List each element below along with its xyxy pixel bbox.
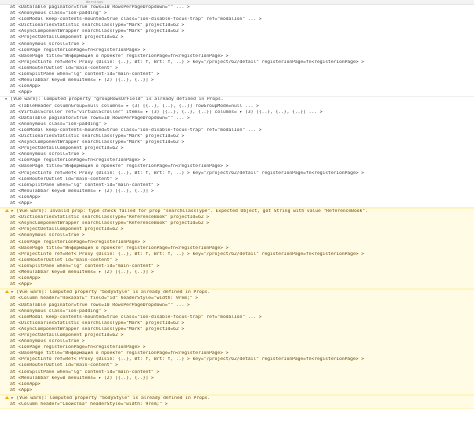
stack-frame: at <App> xyxy=(0,282,474,288)
log-text: at <ProjectInfo ref=Ref< Proxy {Disin: {… xyxy=(10,59,365,65)
stack-frame: at <App> xyxy=(0,90,474,96)
log-text: at <VirtualScroller ref="virtualScroller… xyxy=(10,109,323,115)
warning-icon xyxy=(5,209,9,213)
log-text: at <IonSplitPane when="lg" content-id="m… xyxy=(10,182,160,188)
log-text: at <ProjectDetailComponent projectId=62 … xyxy=(10,227,124,233)
log-text: at <IonPage registerIonPage=fn<registerI… xyxy=(10,345,146,351)
log-text: at <BasePage title="Информация о проекте… xyxy=(10,53,229,59)
log-text: at <Anonymous class="ion-padding" > xyxy=(10,11,107,17)
log-text: ▸ [Vue warn]: Computed property "groupRo… xyxy=(5,97,224,103)
log-text: at <ProjectDetailComponent projectId=62 … xyxy=(10,146,124,152)
log-text: at <App> xyxy=(10,387,33,393)
log-text: at <DataTable paginator=true rows=10 Row… xyxy=(10,5,190,10)
log-text: at <DictionariesStatistic searchClassTyp… xyxy=(10,215,210,221)
log-text: at <Anonymous scroll=true > xyxy=(10,339,85,345)
log-text: at <ProjectInfo ref=Ref< Proxy {Disin: {… xyxy=(10,170,365,176)
log-message[interactable]: ▸ [Vue warn]: Computed property "groupRo… xyxy=(0,97,474,209)
log-text: at <DictionariesStatistic searchClassTyp… xyxy=(10,320,185,326)
log-text: at <Anonymous scroll=true > xyxy=(10,41,85,47)
log-text: at <IonSplitPane when="lg" content-id="m… xyxy=(10,72,160,78)
log-text: at <IonApp> xyxy=(10,84,41,90)
log-text: ▸ [Vue warn]: Invalid prop: type check f… xyxy=(11,209,368,215)
log-text: at <IonApp> xyxy=(10,276,41,282)
log-text: at <App> xyxy=(10,282,33,288)
log-text: at <MenuTabbar key=0 menuItems= ▸ (2) [{… xyxy=(10,78,154,84)
log-text: at <BasePage title="Информация о проекте… xyxy=(10,164,229,170)
log-text: at <Column header="Показать" field="id" … xyxy=(10,296,199,302)
toolbar-warnings-filter[interactable]: Warnings xyxy=(86,0,103,4)
log-text: at <ProjectInfo ref=Ref< Proxy {Disin: {… xyxy=(10,251,365,257)
log-text: at <MenuTabbar key=0 menuItems= ▸ (2) [{… xyxy=(10,375,154,381)
log-text: at <IonPage registerIonPage=fn<registerI… xyxy=(10,239,146,245)
log-text: ▸ [Vue warn]: Computed property "bodySty… xyxy=(11,290,211,296)
log-text: at <AsyncComponentWrapper searchClassTyp… xyxy=(10,326,185,332)
warning-message[interactable]: ▸ [Vue warn]: Computed property "bodySty… xyxy=(0,289,474,395)
log-text: at <Anonymous scroll=true > xyxy=(10,152,85,158)
log-text: at <IonModal keep-contents-mounted=true … xyxy=(10,314,262,320)
log-text: at <AsyncComponentWrapper searchClassTyp… xyxy=(10,140,185,146)
log-text: at <AsyncComponentWrapper searchClassTyp… xyxy=(10,221,210,227)
warning-message[interactable]: ▸ [Vue warn]: Computed property "bodySty… xyxy=(0,394,474,410)
console-log: at <DataTable paginator=true rows=10 Row… xyxy=(0,5,474,410)
log-text: at <IonPage registerIonPage=fn<registerI… xyxy=(10,158,146,164)
log-text: at <IonApp> xyxy=(10,381,41,387)
log-text: ▸ [Vue warn]: Computed property "bodySty… xyxy=(11,395,211,401)
log-text: at <Column header="Свойства" headerStyle… xyxy=(10,402,168,407)
log-text: at <MenuTabbar key=0 menuItems= ▸ (2) [{… xyxy=(10,188,154,194)
stack-frame: at <App> xyxy=(0,201,474,207)
log-text: at <App> xyxy=(10,201,33,206)
log-text: at <BasePage title="Информация о проекте… xyxy=(10,351,229,357)
log-text: at <IonModal keep-contents-mounted=true … xyxy=(10,127,262,133)
warning-message[interactable]: ▸ [Vue warn]: Invalid prop: type check f… xyxy=(0,208,474,290)
stack-frame: at <App> xyxy=(0,388,474,394)
log-text: at <App> xyxy=(10,90,33,96)
log-text: at <AsyncComponentWrapper searchClassTyp… xyxy=(10,29,185,35)
log-text: at <IonPage registerIonPage=fn<registerI… xyxy=(10,47,146,53)
log-text: at <Anonymous class="ion-padding" > xyxy=(10,308,107,314)
log-text: at <DictionariesStatistic searchClassTyp… xyxy=(10,133,185,139)
log-text: at <DataTable paginator=true rows=10 Row… xyxy=(10,302,190,308)
log-text: at <Anonymous class="ion-padding" > xyxy=(10,121,107,127)
log-text: at <ProjectDetailComponent projectId=62 … xyxy=(10,332,124,338)
log-text: at <ProjectDetailComponent projectId=62 … xyxy=(10,35,124,41)
warning-icon xyxy=(5,395,9,399)
log-text: at <IonRouterOutlet id="main-content" > xyxy=(10,257,118,263)
log-text: at <Anonymous scroll=true > xyxy=(10,233,85,239)
warning-icon xyxy=(5,290,9,294)
log-text: at <BasePage title="Информация о проекте… xyxy=(10,245,229,251)
log-text: at <IonRouterOutlet id="main-content" > xyxy=(10,176,118,182)
log-text: at <IonSplitPane when="lg" content-id="m… xyxy=(10,263,160,269)
log-text: at <IonSplitPane when="lg" content-id="m… xyxy=(10,369,160,375)
log-text: at <DataTable paginator=true rows=10 Row… xyxy=(10,115,190,121)
log-text: at <IonRouterOutlet id="main-content" > xyxy=(10,65,118,71)
log-text: at <IonModal keep-contents-mounted=true … xyxy=(10,17,262,23)
log-text: at <MenuTabbar key=0 menuItems= ▸ (2) [{… xyxy=(10,270,154,276)
log-text: at <IonApp> xyxy=(10,194,41,200)
log-message[interactable]: at <DataTable paginator=true rows=10 Row… xyxy=(0,5,474,98)
log-text: at <DictionariesStatistic searchClassTyp… xyxy=(10,23,185,29)
log-text: at <IonRouterOutlet id="main-content" > xyxy=(10,363,118,369)
log-text: at <ProjectInfo ref=Ref< Proxy {Disin: {… xyxy=(10,357,365,363)
stack-frame: at <Column header="Свойства" headerStyle… xyxy=(0,402,474,408)
log-text: at <TableHeader columnGroup=null columns… xyxy=(10,103,259,109)
